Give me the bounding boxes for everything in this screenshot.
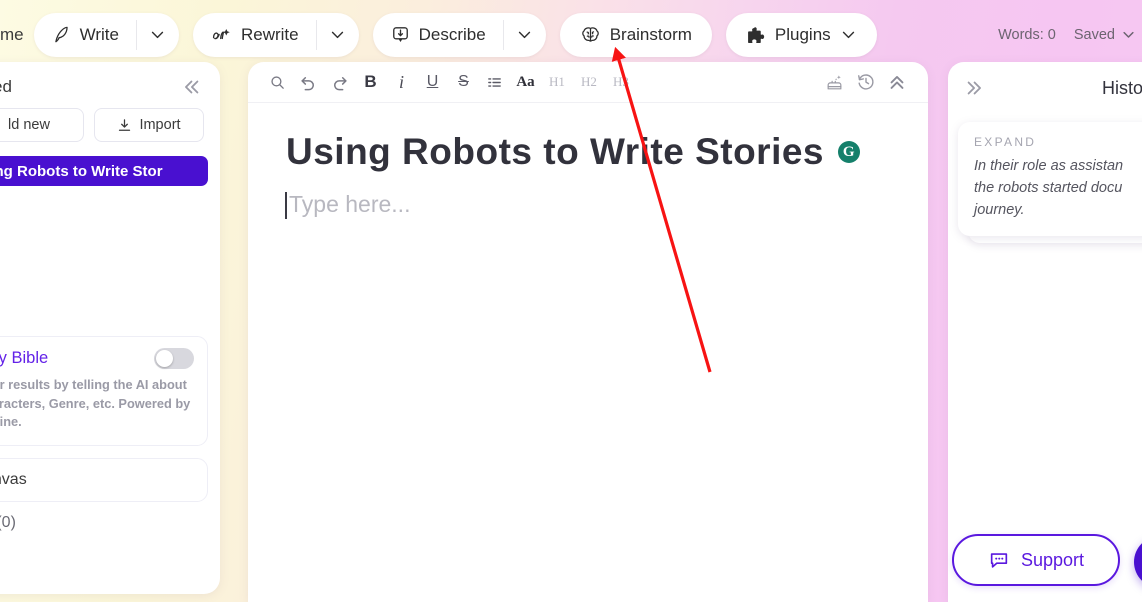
sidebar-action-row: ld new Import [0,108,220,142]
rewrite-caret-button[interactable] [317,13,359,57]
document-label: sing Robots to Write Stor [0,162,163,180]
document-body: Using Robots to Write Stories G Type her… [248,103,928,219]
describe-label: Describe [418,24,486,44]
save-status-button[interactable]: Saved [1074,27,1136,43]
save-status-label: Saved [1073,26,1115,43]
story-bible-title[interactable]: ory Bible [0,349,48,368]
top-bar-status: Words: 0 Saved [998,27,1142,43]
write-caret-button[interactable] [137,13,179,57]
magic-cake-icon[interactable] [819,67,850,97]
sidebar-item-canvas[interactable]: anvas [0,457,208,502]
add-new-button[interactable]: ld new [0,108,84,142]
history-card-label: EXPAND [974,135,1037,149]
list-button[interactable] [479,67,510,97]
search-icon[interactable] [262,67,293,97]
editor-placeholder: Type here... [289,191,411,217]
add-new-label: ld new [8,117,50,133]
underline-button[interactable]: U [417,67,448,97]
history-panel-header: History [948,62,1142,114]
brain-icon [580,25,601,45]
story-bible-card: ory Bible tter results by telling the AI… [0,336,208,446]
story-bible-toggle[interactable] [154,348,194,369]
ai-cursive-icon [211,25,232,44]
history-panel: History EXPAND In their role as assistan… [948,62,1142,602]
plugins-label: Plugins [774,24,831,44]
heading-3-button[interactable]: H3 [605,67,637,97]
text-caret [285,192,287,219]
strikethrough-button[interactable]: S [448,67,479,97]
write-button[interactable]: Write [34,13,136,57]
canvas-label: anvas [0,470,27,488]
rewrite-label: Rewrite [240,24,299,44]
sidebar-item-document[interactable]: sing Robots to Write Stor [0,156,208,186]
chevron-down-icon [516,26,533,43]
history-card-line-2: the robots started docu [974,179,1123,196]
support-button[interactable]: Support [952,534,1120,586]
chevrons-left-icon[interactable] [180,76,202,98]
import-button[interactable]: Import [94,108,204,142]
top-toolbar: me Write Rewrite Describe Brainstorm Plu… [0,0,1142,69]
bold-button[interactable]: B [355,67,386,97]
describe-button[interactable]: Describe [373,13,503,57]
brainstorm-label: Brainstorm [609,24,692,44]
story-bible-header: ory Bible [0,348,194,369]
rewrite-tool-group[interactable]: Rewrite [192,12,359,57]
undo-icon[interactable] [293,67,324,97]
word-count: Words: 0 [998,26,1056,43]
chevron-down-icon [840,26,857,43]
history-card-line-1: In their role as assistan [974,158,1124,174]
chevrons-up-icon[interactable] [881,67,912,97]
plugins-button[interactable]: Plugins [725,12,877,57]
puzzle-piece-icon [746,25,766,45]
history-panel-title: History [1101,77,1142,98]
chat-bubble-icon [988,549,1010,571]
redo-icon[interactable] [324,67,355,97]
grammarly-icon[interactable]: G [838,141,861,163]
quill-pen-icon [52,25,71,44]
editor-text-area[interactable]: Type here... [285,191,892,219]
chevron-down-icon [149,26,166,43]
page-title[interactable]: Using Robots to Write Stories [286,131,824,173]
home-link[interactable]: me [0,25,24,45]
trash-label: h (0) [0,513,16,531]
toggle-knob [156,350,173,367]
describe-tool-group[interactable]: Describe [372,12,546,57]
write-label: Write [79,24,119,44]
history-card[interactable]: EXPAND In their role as assistan the rob… [958,122,1142,244]
heading-2-button[interactable]: H2 [573,67,605,97]
history-card-line-3: journey. [974,201,1025,218]
editor-card: B i U S Aa H1 H2 H3 Using Robots to Writ… [248,62,928,602]
brainstorm-button[interactable]: Brainstorm [559,12,712,57]
rewrite-button[interactable]: Rewrite [193,13,316,57]
download-icon [117,118,132,133]
write-tool-group[interactable]: Write [33,12,179,57]
left-sidebar: titled ld new Import sing Robots [0,62,220,594]
support-label: Support [1020,549,1085,570]
import-label: Import [139,117,181,133]
chevron-down-icon [329,26,346,43]
chevron-down-icon [1121,27,1136,42]
font-size-button[interactable]: Aa [510,67,541,97]
document-title-row: Using Robots to Write Stories G [286,131,892,173]
describe-card-icon [391,25,410,44]
describe-caret-button[interactable] [504,13,546,57]
history-clock-icon[interactable] [850,67,881,97]
sidebar-item-trash[interactable]: h (0) [0,512,220,534]
fab-circle-icon[interactable] [1134,536,1142,588]
app-background: me Write Rewrite Describe Brainstorm Plu… [0,0,1142,602]
chevrons-right-icon[interactable] [964,77,986,99]
heading-1-button[interactable]: H1 [541,67,573,97]
project-title[interactable]: titled [0,77,12,97]
story-bible-description: tter results by telling the AI about har… [0,377,191,430]
italic-button[interactable]: i [386,67,417,97]
